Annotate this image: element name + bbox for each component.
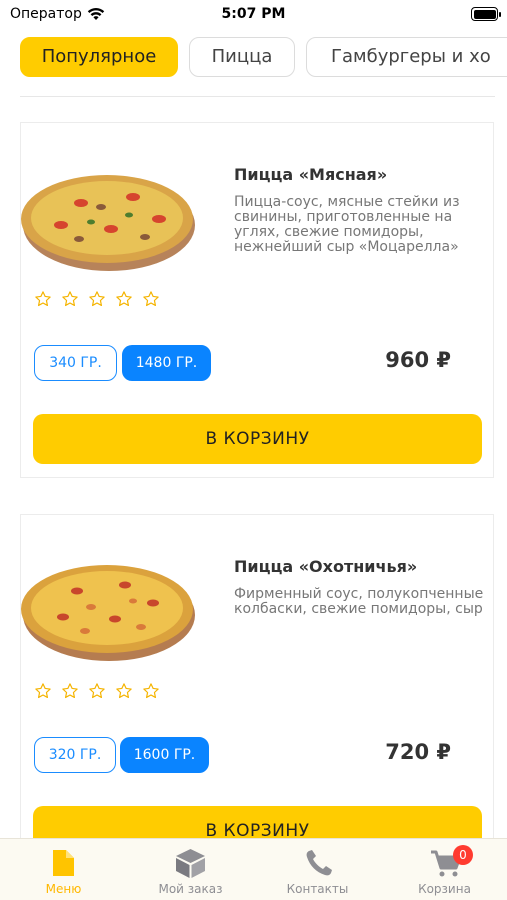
status-time: 5:07 PM [221, 6, 286, 22]
tabbar-item-contacts[interactable]: Контакты [254, 839, 381, 900]
size-option-large[interactable]: 1600 ГР. [120, 737, 209, 773]
rating-stars[interactable] [34, 290, 164, 310]
star-icon[interactable] [61, 682, 79, 700]
cart-icon [431, 850, 462, 877]
tabbar-item-my-order[interactable]: Мой заказ [127, 839, 254, 900]
product-price: 960 ₽ [385, 348, 451, 372]
tabbar-item-menu[interactable]: Меню [0, 839, 127, 900]
product-title: Пицца «Охотничья» [234, 557, 418, 576]
product-card: Пицца «Охотничья» Фирменный соус, полуко… [20, 514, 494, 874]
cart-badge: 0 [453, 845, 473, 865]
add-to-cart-button[interactable]: В КОРЗИНУ [33, 414, 482, 464]
battery-icon [471, 7, 501, 21]
star-icon[interactable] [61, 290, 79, 308]
tab-popular[interactable]: Популярное [20, 37, 178, 77]
star-icon[interactable] [142, 682, 160, 700]
star-icon[interactable] [115, 682, 133, 700]
pizza-image [21, 565, 195, 661]
tabbar-item-cart[interactable]: 0 Корзина [381, 839, 507, 900]
category-tabs: Популярное Пицца Гамбургеры и хо [0, 37, 507, 79]
star-icon[interactable] [115, 290, 133, 308]
size-option-large[interactable]: 1480 ГР. [122, 345, 211, 381]
status-bar: Оператор 5:07 PM [0, 0, 507, 30]
document-icon [53, 850, 74, 876]
tabbar-label: Корзина [418, 882, 471, 896]
star-icon[interactable] [142, 290, 160, 308]
menu-screen: Оператор 5:07 PM Популярное Пицца Гамбур… [0, 0, 507, 900]
product-card: Пицца «Мясная» Пицца-соус, мясные стейки… [20, 122, 494, 478]
star-icon[interactable] [88, 290, 106, 308]
star-icon[interactable] [88, 682, 106, 700]
product-price: 720 ₽ [385, 740, 451, 764]
box-icon [176, 849, 205, 878]
product-description: Пицца-соус, мясные стейки из свинины, пр… [234, 194, 460, 255]
pizza-image [21, 175, 195, 271]
rating-stars[interactable] [34, 682, 164, 702]
tabbar-label: Меню [45, 882, 82, 896]
tab-pizza[interactable]: Пицца [189, 37, 295, 77]
product-description: Фирменный соус, полукопченные колбаски, … [234, 586, 484, 617]
star-icon[interactable] [34, 682, 52, 700]
size-option-small[interactable]: 320 ГР. [34, 737, 116, 773]
tab-burgers[interactable]: Гамбургеры и хо [306, 37, 507, 77]
star-icon[interactable] [34, 290, 52, 308]
product-title: Пицца «Мясная» [234, 165, 388, 184]
tabs-divider [20, 96, 495, 97]
tabbar-label: Контакты [286, 882, 349, 896]
bottom-tab-bar: Меню Мой заказ Контакты 0 Корзина [0, 838, 507, 900]
tabbar-label: Мой заказ [158, 882, 223, 896]
phone-icon [306, 850, 332, 876]
size-option-small[interactable]: 340 ГР. [34, 345, 117, 381]
